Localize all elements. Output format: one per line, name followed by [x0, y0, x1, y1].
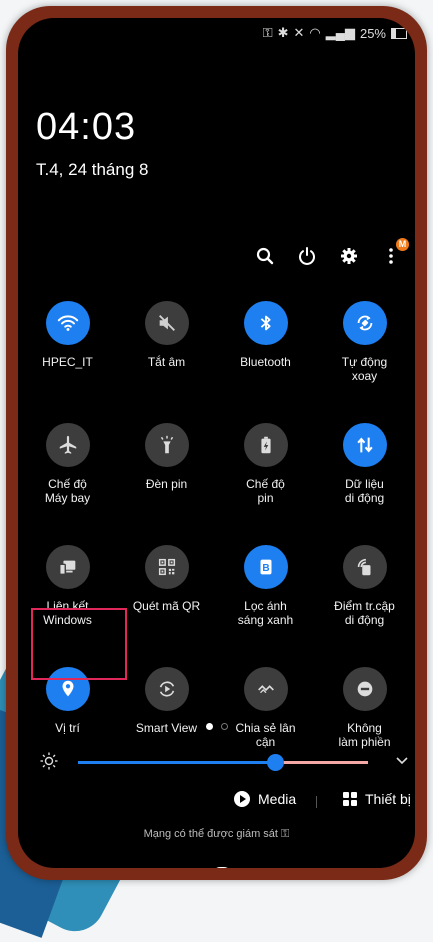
vpn-key-icon: ⚿ [262, 25, 273, 40]
tile-label: Dữ liệu di động [344, 477, 385, 505]
quick-panel: ⚿ ✱ ✕ ◠ ▂▄▆ 25% 04:03 T.4, 24 tháng 8 M [18, 18, 415, 868]
play-icon [234, 791, 250, 807]
brightness-thumb[interactable] [267, 754, 285, 771]
mute-icon[interactable] [144, 301, 189, 345]
devices-button[interactable]: Thiết bị [343, 791, 411, 807]
battery-percent: 25% [359, 25, 386, 41]
svg-text:B: B [262, 563, 269, 574]
network-monitoring-notice[interactable]: Mạng có thể được giám sát ⚿ [18, 828, 415, 841]
hotspot-icon[interactable] [342, 545, 387, 589]
battery-icon [391, 27, 407, 39]
tile-auto-rotate[interactable]: Tự động xoay [315, 301, 414, 405]
bluetooth-status-icon: ✱ [277, 25, 289, 40]
status-bar: ⚿ ✱ ✕ ◠ ▂▄▆ 25% [263, 23, 407, 43]
date: T.4, 24 tháng 8 [36, 160, 149, 179]
tile-qr-scan[interactable]: Quét mã QR [117, 545, 216, 649]
mobile-data-icon[interactable] [342, 423, 387, 467]
tile-label: Tắt âm [147, 355, 186, 369]
tile-label: HPEC_IT [42, 355, 93, 369]
bluetooth-icon[interactable] [243, 301, 288, 345]
media-button[interactable]: Media [234, 791, 296, 807]
phone-frame: ⚿ ✱ ✕ ◠ ▂▄▆ 25% 04:03 T.4, 24 tháng 8 M [6, 6, 427, 880]
gear-icon[interactable] [339, 246, 359, 266]
tile-label: Quét mã QR [132, 599, 201, 613]
nearby-share-icon[interactable] [243, 667, 288, 711]
devices-label: Thiết bị [365, 791, 411, 807]
navigation-bar [216, 867, 228, 868]
more-options-icon[interactable]: M [381, 238, 409, 266]
qr-icon[interactable] [144, 545, 189, 589]
location-highlight-box [31, 608, 127, 680]
tile-bluetooth[interactable]: Bluetooth [216, 301, 315, 405]
clock: 04:03 [36, 106, 137, 148]
wifi-icon[interactable] [45, 301, 90, 345]
tile-label: Đèn pin [145, 477, 188, 491]
do-not-disturb-icon[interactable] [342, 667, 387, 711]
tile-label: Chế độ Máy bay [44, 477, 91, 505]
media-label: Media [258, 791, 297, 807]
smart-view-icon[interactable] [144, 667, 189, 711]
quick-settings-grid: HPEC_IT Tắt âm Bluetooth Tự động xoay Ch… [18, 301, 415, 771]
tile-hotspot[interactable]: Điểm tr.cập di động [315, 545, 414, 649]
brightness-fill [78, 761, 276, 764]
wifi-status-icon: ◠ [309, 25, 321, 40]
tile-label: Điểm tr.cập di động [334, 599, 395, 627]
page-dot[interactable] [220, 723, 228, 730]
page-indicator [18, 723, 415, 730]
tile-label: Lọc ánh sáng xanh [237, 599, 294, 627]
brightness-remaining [275, 761, 368, 764]
network-monitoring-text: Mạng có thể được giám sát [143, 828, 278, 840]
flashlight-icon[interactable] [144, 423, 189, 467]
brightness-slider[interactable] [78, 754, 368, 771]
tile-mute[interactable]: Tắt âm [117, 301, 216, 405]
media-device-row: Media Thiết bị [18, 791, 415, 813]
devices-grid-icon [343, 792, 357, 806]
tile-label: Bluetooth [240, 355, 291, 369]
panel-header-actions: M [255, 238, 409, 266]
blue-light-icon[interactable]: B [243, 545, 288, 589]
lte-signal-icon: ▂▄▆ [325, 25, 355, 40]
tile-airplane[interactable]: Chế độ Máy bay [18, 423, 117, 527]
divider [316, 796, 317, 808]
tile-flashlight[interactable]: Đèn pin [117, 423, 216, 527]
sun-icon [40, 752, 58, 770]
tile-wifi[interactable]: HPEC_IT [18, 301, 117, 405]
brightness-control [32, 746, 412, 776]
tile-label: Chế độ pin [246, 477, 285, 505]
mute-status-icon: ✕ [293, 25, 305, 40]
tile-blue-light-filter[interactable]: B Lọc ánh sáng xanh [216, 545, 315, 649]
tile-mobile-data[interactable]: Dữ liệu di động [315, 423, 414, 527]
battery-saver-icon[interactable] [243, 423, 288, 467]
notification-badge: M [396, 238, 409, 251]
tile-battery-saver[interactable]: Chế độ pin [216, 423, 315, 527]
chevron-down-icon[interactable] [394, 752, 410, 768]
link-windows-icon[interactable] [45, 545, 90, 589]
airplane-icon[interactable] [45, 423, 90, 467]
auto-rotate-icon[interactable] [342, 301, 387, 345]
power-icon[interactable] [297, 246, 317, 266]
page-dot-active[interactable] [205, 723, 213, 730]
tile-label: Tự động xoay [341, 355, 388, 383]
vpn-key-icon: ⚿ [281, 828, 290, 840]
search-icon[interactable] [255, 246, 275, 266]
